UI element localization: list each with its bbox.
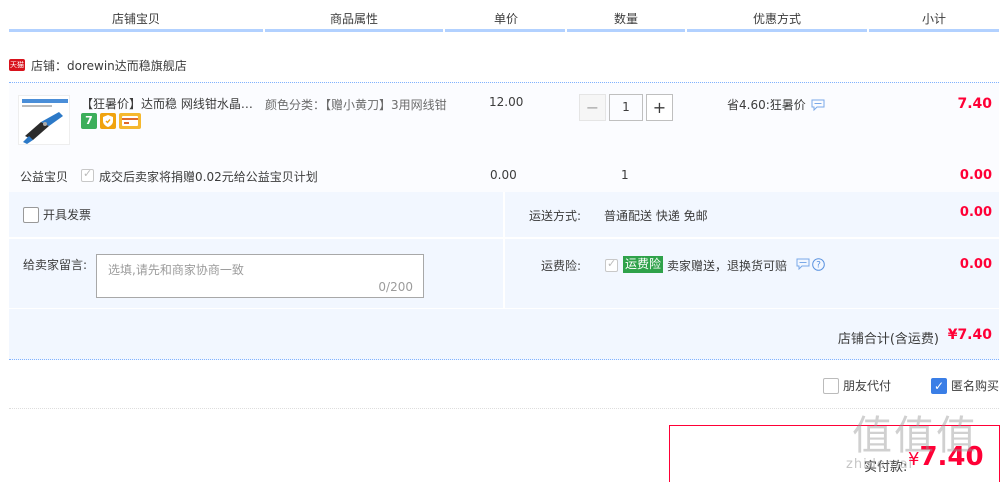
shop-name-link[interactable]: 店铺：dorewin达而稳旗舰店 — [31, 57, 187, 74]
divider — [9, 237, 999, 239]
charity-quantity: 1 — [621, 168, 629, 182]
invoice-option[interactable]: 开具发票 — [23, 206, 91, 223]
insurance-help-icon[interactable]: ? — [812, 258, 825, 274]
quantity-increase-button[interactable]: + — [646, 94, 673, 121]
insurance-icons: ? — [796, 258, 825, 274]
promotion: 省4.60:狂暑价 — [727, 95, 825, 114]
service-icons: 7 — [81, 113, 141, 129]
shop-total-label: 店铺合计(含运费) — [837, 332, 939, 347]
divider — [503, 192, 505, 308]
credit-card-icon[interactable] — [119, 113, 141, 129]
header-attr: 商品属性 — [330, 12, 379, 26]
invoice-checkbox[interactable] — [23, 206, 39, 223]
promo-info-bubble-icon[interactable] — [811, 99, 825, 114]
header-item: 店铺宝贝 — [112, 12, 161, 26]
insurance-chat-bubble-icon[interactable] — [796, 258, 810, 274]
shipping-method[interactable]: 普通配送 快递 免邮 — [604, 207, 708, 224]
shop-total: 店铺合计(含运费) ¥7.40 — [9, 308, 999, 360]
shop-row: 天猫 店铺：dorewin达而稳旗舰店 — [9, 56, 187, 74]
header-subtotal: 小计 — [922, 12, 947, 26]
insurance-badge: 运费险 — [623, 256, 664, 273]
insurance-text: 卖家赠送，退换货可赔 — [667, 259, 788, 273]
divider — [9, 408, 999, 409]
insurance-checkbox — [605, 257, 618, 272]
header-promo: 优惠方式 — [753, 12, 802, 26]
watermark-site: zhidemai — [846, 457, 914, 472]
header-underline — [445, 29, 565, 32]
order-item: 【狂暑价】达而稳 网线钳水晶头压线钳 7 颜色分类：【赠小黄刀】3用网线钳 12… — [9, 82, 999, 192]
quantity-stepper: − 1 + — [579, 94, 673, 121]
friend-pay-option[interactable]: 朋友代付 — [823, 377, 891, 394]
watermark-logo: 值值值 — [852, 413, 978, 459]
friend-pay-checkbox[interactable] — [823, 377, 839, 394]
charity-text: 成交后卖家将捐赠0.02元给公益宝贝计划 — [99, 170, 318, 184]
guarantee-shield-icon[interactable] — [100, 113, 116, 129]
unit-price: 12.00 — [489, 95, 524, 109]
tmall-badge-icon: 天猫 — [9, 59, 25, 71]
product-thumbnail[interactable] — [18, 95, 70, 145]
charity-label: 公益宝贝 — [20, 170, 69, 184]
message-label: 给卖家留言: — [23, 258, 88, 272]
promotion-text: 省4.60:狂暑价 — [727, 98, 806, 112]
product-title-link[interactable]: 【狂暑价】达而稳 网线钳水晶头压线钳 — [81, 95, 256, 112]
anonymous-label: 匿名购买 — [951, 379, 1000, 393]
anonymous-checkbox[interactable]: ✓ — [931, 377, 947, 394]
insurance-label: 运费险: — [541, 259, 582, 273]
anonymous-purchase-option[interactable]: ✓ 匿名购买 — [931, 377, 999, 394]
charity-subtotal: 0.00 — [959, 168, 992, 183]
shipping-price: 0.00 — [959, 205, 992, 220]
friend-pay-label: 朋友代付 — [843, 379, 892, 393]
header-underline — [687, 29, 867, 32]
header-underline — [869, 29, 999, 32]
insurance-price: 0.00 — [959, 257, 992, 272]
message-placeholder: 选填,请先和商家协商一致 — [108, 263, 244, 277]
quantity-decrease-button[interactable]: − — [579, 94, 606, 121]
header-underline — [567, 29, 685, 32]
invoice-label: 开具发票 — [43, 208, 92, 222]
message-char-count: 0/200 — [378, 280, 413, 294]
header-price: 单价 — [494, 12, 519, 26]
table-header: 店铺宝贝 商品属性 单价 数量 优惠方式 小计 — [0, 0, 1000, 32]
quantity-input[interactable]: 1 — [609, 94, 643, 121]
seller-message-textarea[interactable]: 选填,请先和商家协商一致 0/200 — [96, 254, 424, 298]
shipping-label: 运送方式: — [529, 209, 582, 223]
charity-price: 0.00 — [490, 168, 517, 182]
header-underline — [9, 29, 263, 32]
item-subtotal: 7.40 — [957, 96, 992, 112]
charity-checkbox — [81, 167, 94, 182]
order-options: 开具发票 给卖家留言: 选填,请先和商家协商一致 0/200 运送方式: 普通配… — [9, 192, 999, 308]
shop-total-value: ¥7.40 — [947, 327, 992, 343]
product-attribute: 颜色分类：【赠小黄刀】3用网线钳 — [265, 98, 447, 112]
header-qty: 数量 — [614, 12, 639, 26]
seven-day-return-icon[interactable]: 7 — [81, 113, 97, 129]
svg-text:?: ? — [816, 261, 821, 271]
header-underline — [265, 29, 443, 32]
